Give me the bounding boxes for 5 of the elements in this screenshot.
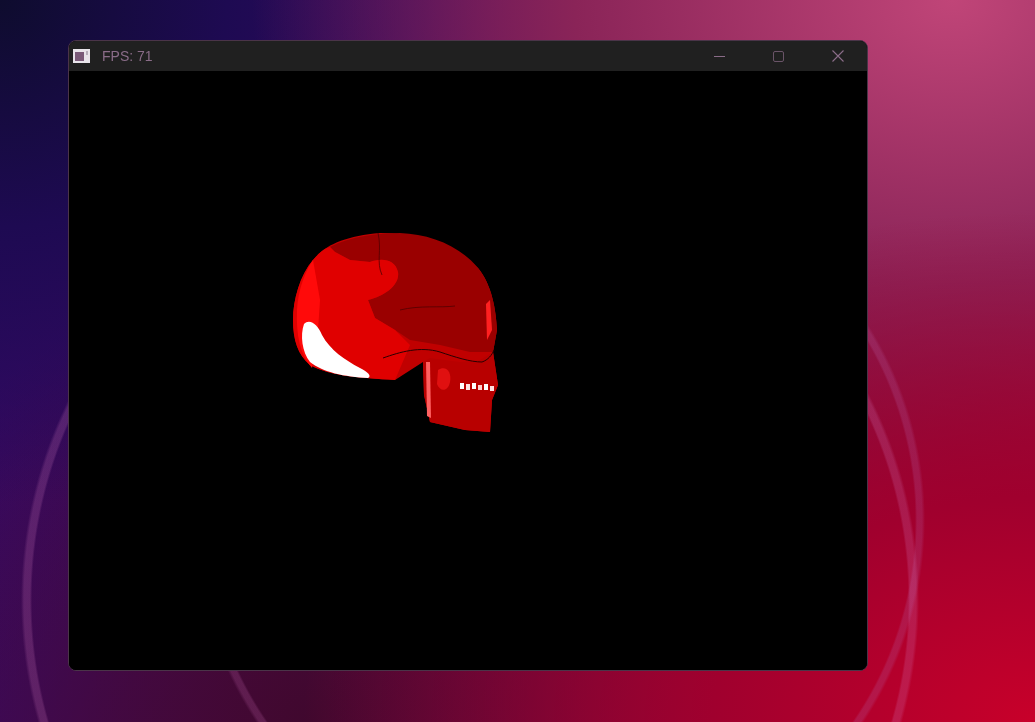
- maximize-icon: [773, 50, 784, 62]
- minimize-icon: [714, 55, 725, 57]
- app-icon: [73, 49, 90, 63]
- window-title: FPS: 71: [102, 48, 154, 64]
- close-icon: [831, 50, 844, 62]
